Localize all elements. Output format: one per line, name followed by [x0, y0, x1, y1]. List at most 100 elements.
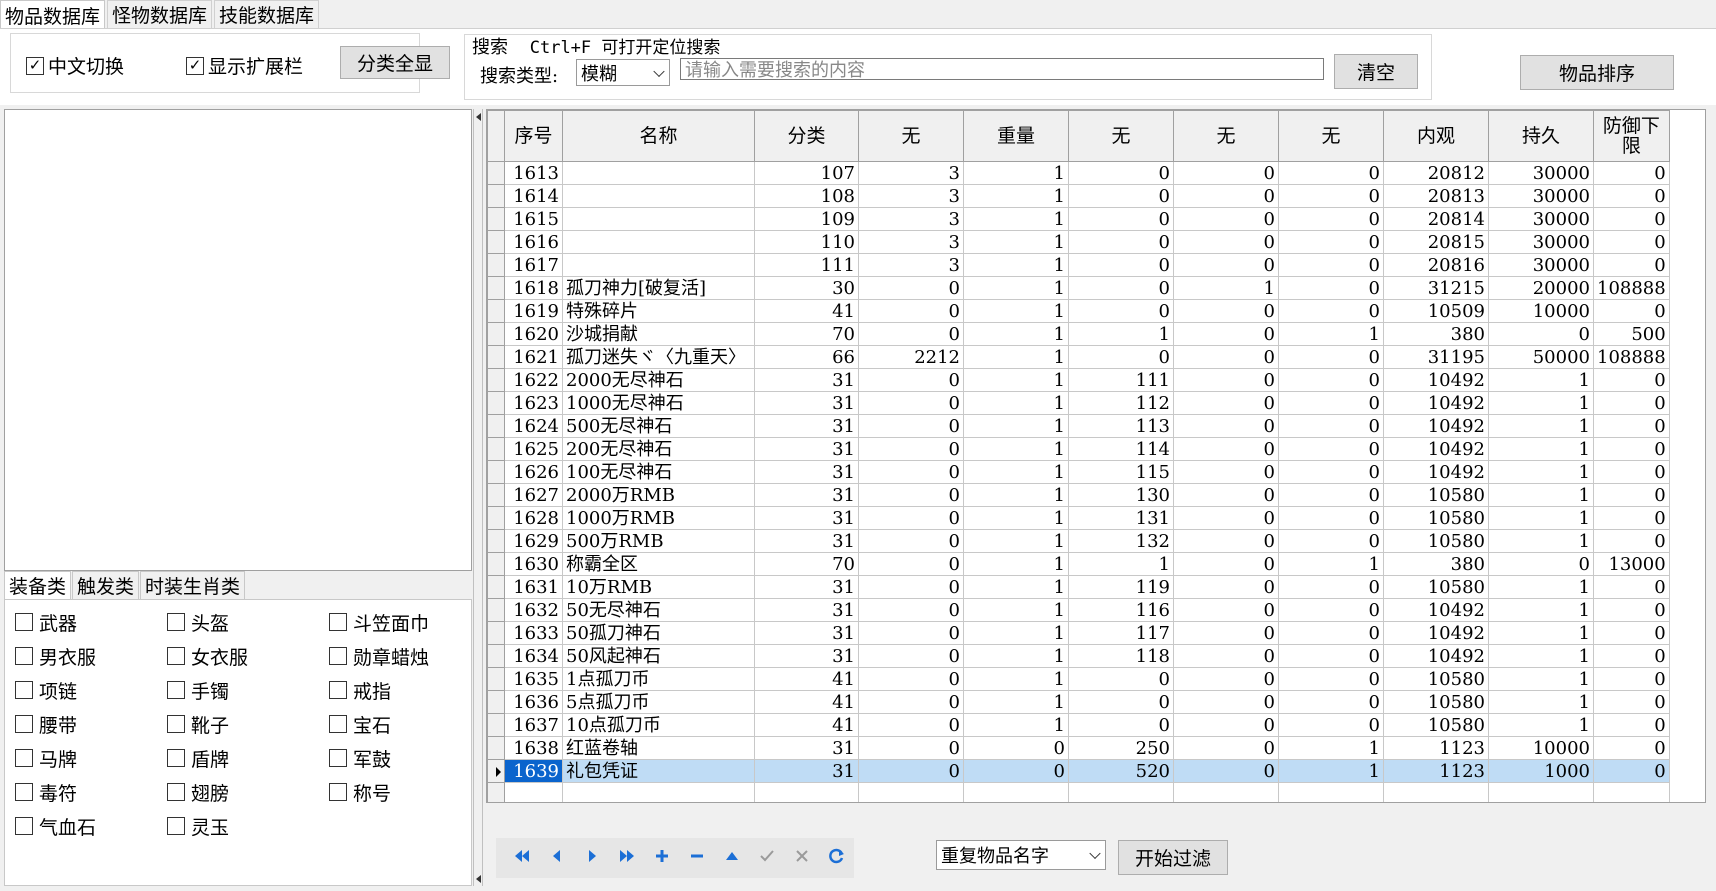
table-row[interactable]: 1637 10点孤刀币 41 0 1 0 0 0 10580 1 0 [487, 713, 1670, 737]
row-indicator[interactable] [487, 391, 505, 415]
category-checkbox[interactable]: 斗笠面巾 [329, 610, 479, 635]
prior-record-button[interactable] [539, 844, 574, 872]
cell-seq[interactable]: 1618 [504, 276, 563, 300]
table-cell[interactable]: 0 [1173, 253, 1279, 277]
row-indicator[interactable] [487, 184, 505, 208]
table-cell[interactable]: 1 [1173, 276, 1279, 300]
table-cell[interactable]: 20816 [1383, 253, 1489, 277]
table-cell[interactable]: 10492 [1383, 368, 1489, 392]
table-cell[interactable]: 0 [1278, 529, 1384, 553]
table-cell[interactable]: 1123 [1383, 736, 1489, 760]
table-cell[interactable]: 0 [1278, 667, 1384, 691]
tab-item-database[interactable]: 物品数据库 [0, 0, 106, 30]
row-indicator[interactable] [487, 667, 505, 691]
table-cell[interactable]: 1123 [1383, 759, 1489, 783]
table-cell[interactable]: 41 [754, 667, 859, 691]
table-row[interactable]: 1615 109 3 1 0 0 0 20814 30000 0 [487, 207, 1670, 231]
table-cell[interactable]: 0 [1593, 667, 1670, 691]
table-cell[interactable]: 0 [1173, 322, 1279, 346]
table-cell[interactable]: 108888 [1593, 276, 1670, 300]
panel-splitter[interactable] [473, 109, 483, 886]
table-cell[interactable]: 0 [1593, 230, 1670, 254]
show-all-categories-button[interactable]: 分类全显 [340, 46, 450, 79]
table-cell[interactable]: 111 [754, 253, 859, 277]
category-checkbox[interactable]: 毒符 [15, 780, 167, 805]
table-cell[interactable]: 0 [1173, 690, 1279, 714]
table-cell[interactable]: 0 [1593, 621, 1670, 645]
cell-seq[interactable]: 1633 [504, 621, 563, 645]
table-cell[interactable]: 380 [1383, 322, 1489, 346]
table-row[interactable]: 1633 50孤刀神石 31 0 1 117 0 0 10492 1 0 [487, 621, 1670, 645]
table-row[interactable]: 1629 500万RMB 31 0 1 132 0 0 10580 1 0 [487, 529, 1670, 553]
cell-seq[interactable]: 1637 [504, 713, 563, 737]
table-row[interactable]: 1618 孤刀神力[破复活] 30 0 1 0 1 0 31215 20000 108888 [487, 276, 1670, 300]
row-indicator[interactable] [487, 437, 505, 461]
table-cell[interactable]: 31 [754, 437, 859, 461]
table-cell[interactable]: 1 [963, 368, 1069, 392]
table-cell[interactable]: 109 [754, 207, 859, 231]
table-cell[interactable]: 31 [754, 529, 859, 553]
table-row[interactable]: 1635 1点孤刀币 41 0 1 0 0 0 10580 1 0 [487, 667, 1670, 691]
table-cell[interactable]: 108 [754, 184, 859, 208]
table-cell[interactable]: 0 [1173, 184, 1279, 208]
cell-name[interactable]: 红蓝卷轴 [562, 736, 755, 760]
table-cell[interactable]: 30000 [1488, 230, 1594, 254]
cancel-record-button[interactable] [784, 844, 819, 872]
table-cell[interactable]: 10000 [1488, 736, 1594, 760]
cell-seq[interactable]: 1619 [504, 299, 563, 323]
table-cell[interactable]: 41 [754, 299, 859, 323]
table-cell[interactable]: 31 [754, 598, 859, 622]
table-cell[interactable]: 0 [1278, 253, 1384, 277]
table-cell[interactable]: 0 [1278, 437, 1384, 461]
table-cell[interactable]: 70 [754, 322, 859, 346]
category-checkbox[interactable]: 称号 [329, 780, 479, 805]
column-header[interactable]: 名称 [562, 110, 755, 162]
table-cell[interactable]: 0 [1173, 644, 1279, 668]
table-cell[interactable]: 1 [963, 161, 1069, 185]
table-cell[interactable]: 0 [858, 529, 964, 553]
table-cell[interactable]: 31 [754, 506, 859, 530]
items-data-grid[interactable]: 序号 名称 分类无重量无无无内观 持久 防御下限 1613 107 3 1 0 0 0 20812 30… [486, 109, 1706, 803]
table-cell[interactable]: 0 [1593, 598, 1670, 622]
table-cell[interactable]: 0 [1173, 759, 1279, 783]
cell-seq[interactable]: 1634 [504, 644, 563, 668]
category-checkbox[interactable]: 头盔 [167, 610, 329, 635]
table-row[interactable]: 1614 108 3 1 0 0 0 20813 30000 0 [487, 184, 1670, 208]
table-cell[interactable]: 0 [1068, 299, 1174, 323]
table-cell[interactable]: 0 [1278, 460, 1384, 484]
category-tree-panel[interactable] [4, 109, 472, 571]
cell-seq[interactable]: 1615 [504, 207, 563, 231]
row-indicator[interactable] [487, 529, 505, 553]
table-cell[interactable]: 31195 [1383, 345, 1489, 369]
row-indicator[interactable] [487, 483, 505, 507]
post-record-button[interactable] [749, 844, 784, 872]
table-cell[interactable]: 0 [1488, 322, 1594, 346]
table-cell[interactable]: 0 [1593, 299, 1670, 323]
table-cell[interactable]: 31 [754, 736, 859, 760]
table-cell[interactable]: 10492 [1383, 414, 1489, 438]
table-cell[interactable]: 1 [1488, 644, 1594, 668]
table-cell[interactable]: 0 [1593, 207, 1670, 231]
category-checkbox[interactable]: 男衣服 [15, 644, 167, 669]
table-cell[interactable]: 0 [1173, 391, 1279, 415]
table-cell[interactable]: 0 [1173, 299, 1279, 323]
column-header[interactable]: 无 [1173, 110, 1279, 162]
row-indicator[interactable] [487, 506, 505, 530]
table-cell[interactable]: 0 [1278, 368, 1384, 392]
table-cell[interactable]: 1 [1068, 322, 1174, 346]
table-cell[interactable]: 0 [858, 368, 964, 392]
table-cell[interactable]: 500 [1593, 322, 1670, 346]
table-cell[interactable]: 0 [1068, 690, 1174, 714]
cell-name[interactable]: 礼包凭证 [562, 759, 755, 783]
table-cell[interactable]: 118 [1068, 644, 1174, 668]
table-cell[interactable]: 0 [1278, 506, 1384, 530]
table-cell[interactable]: 70 [754, 552, 859, 576]
column-header[interactable]: 内观 [1383, 110, 1489, 162]
clear-button[interactable]: 清空 [1334, 54, 1418, 89]
row-indicator[interactable] [487, 598, 505, 622]
table-row[interactable]: 1632 50无尽神石 31 0 1 116 0 0 10492 1 0 [487, 598, 1670, 622]
table-cell[interactable]: 10000 [1488, 299, 1594, 323]
table-cell[interactable]: 2212 [858, 345, 964, 369]
table-cell[interactable]: 1 [1488, 414, 1594, 438]
table-cell[interactable]: 0 [1173, 713, 1279, 737]
